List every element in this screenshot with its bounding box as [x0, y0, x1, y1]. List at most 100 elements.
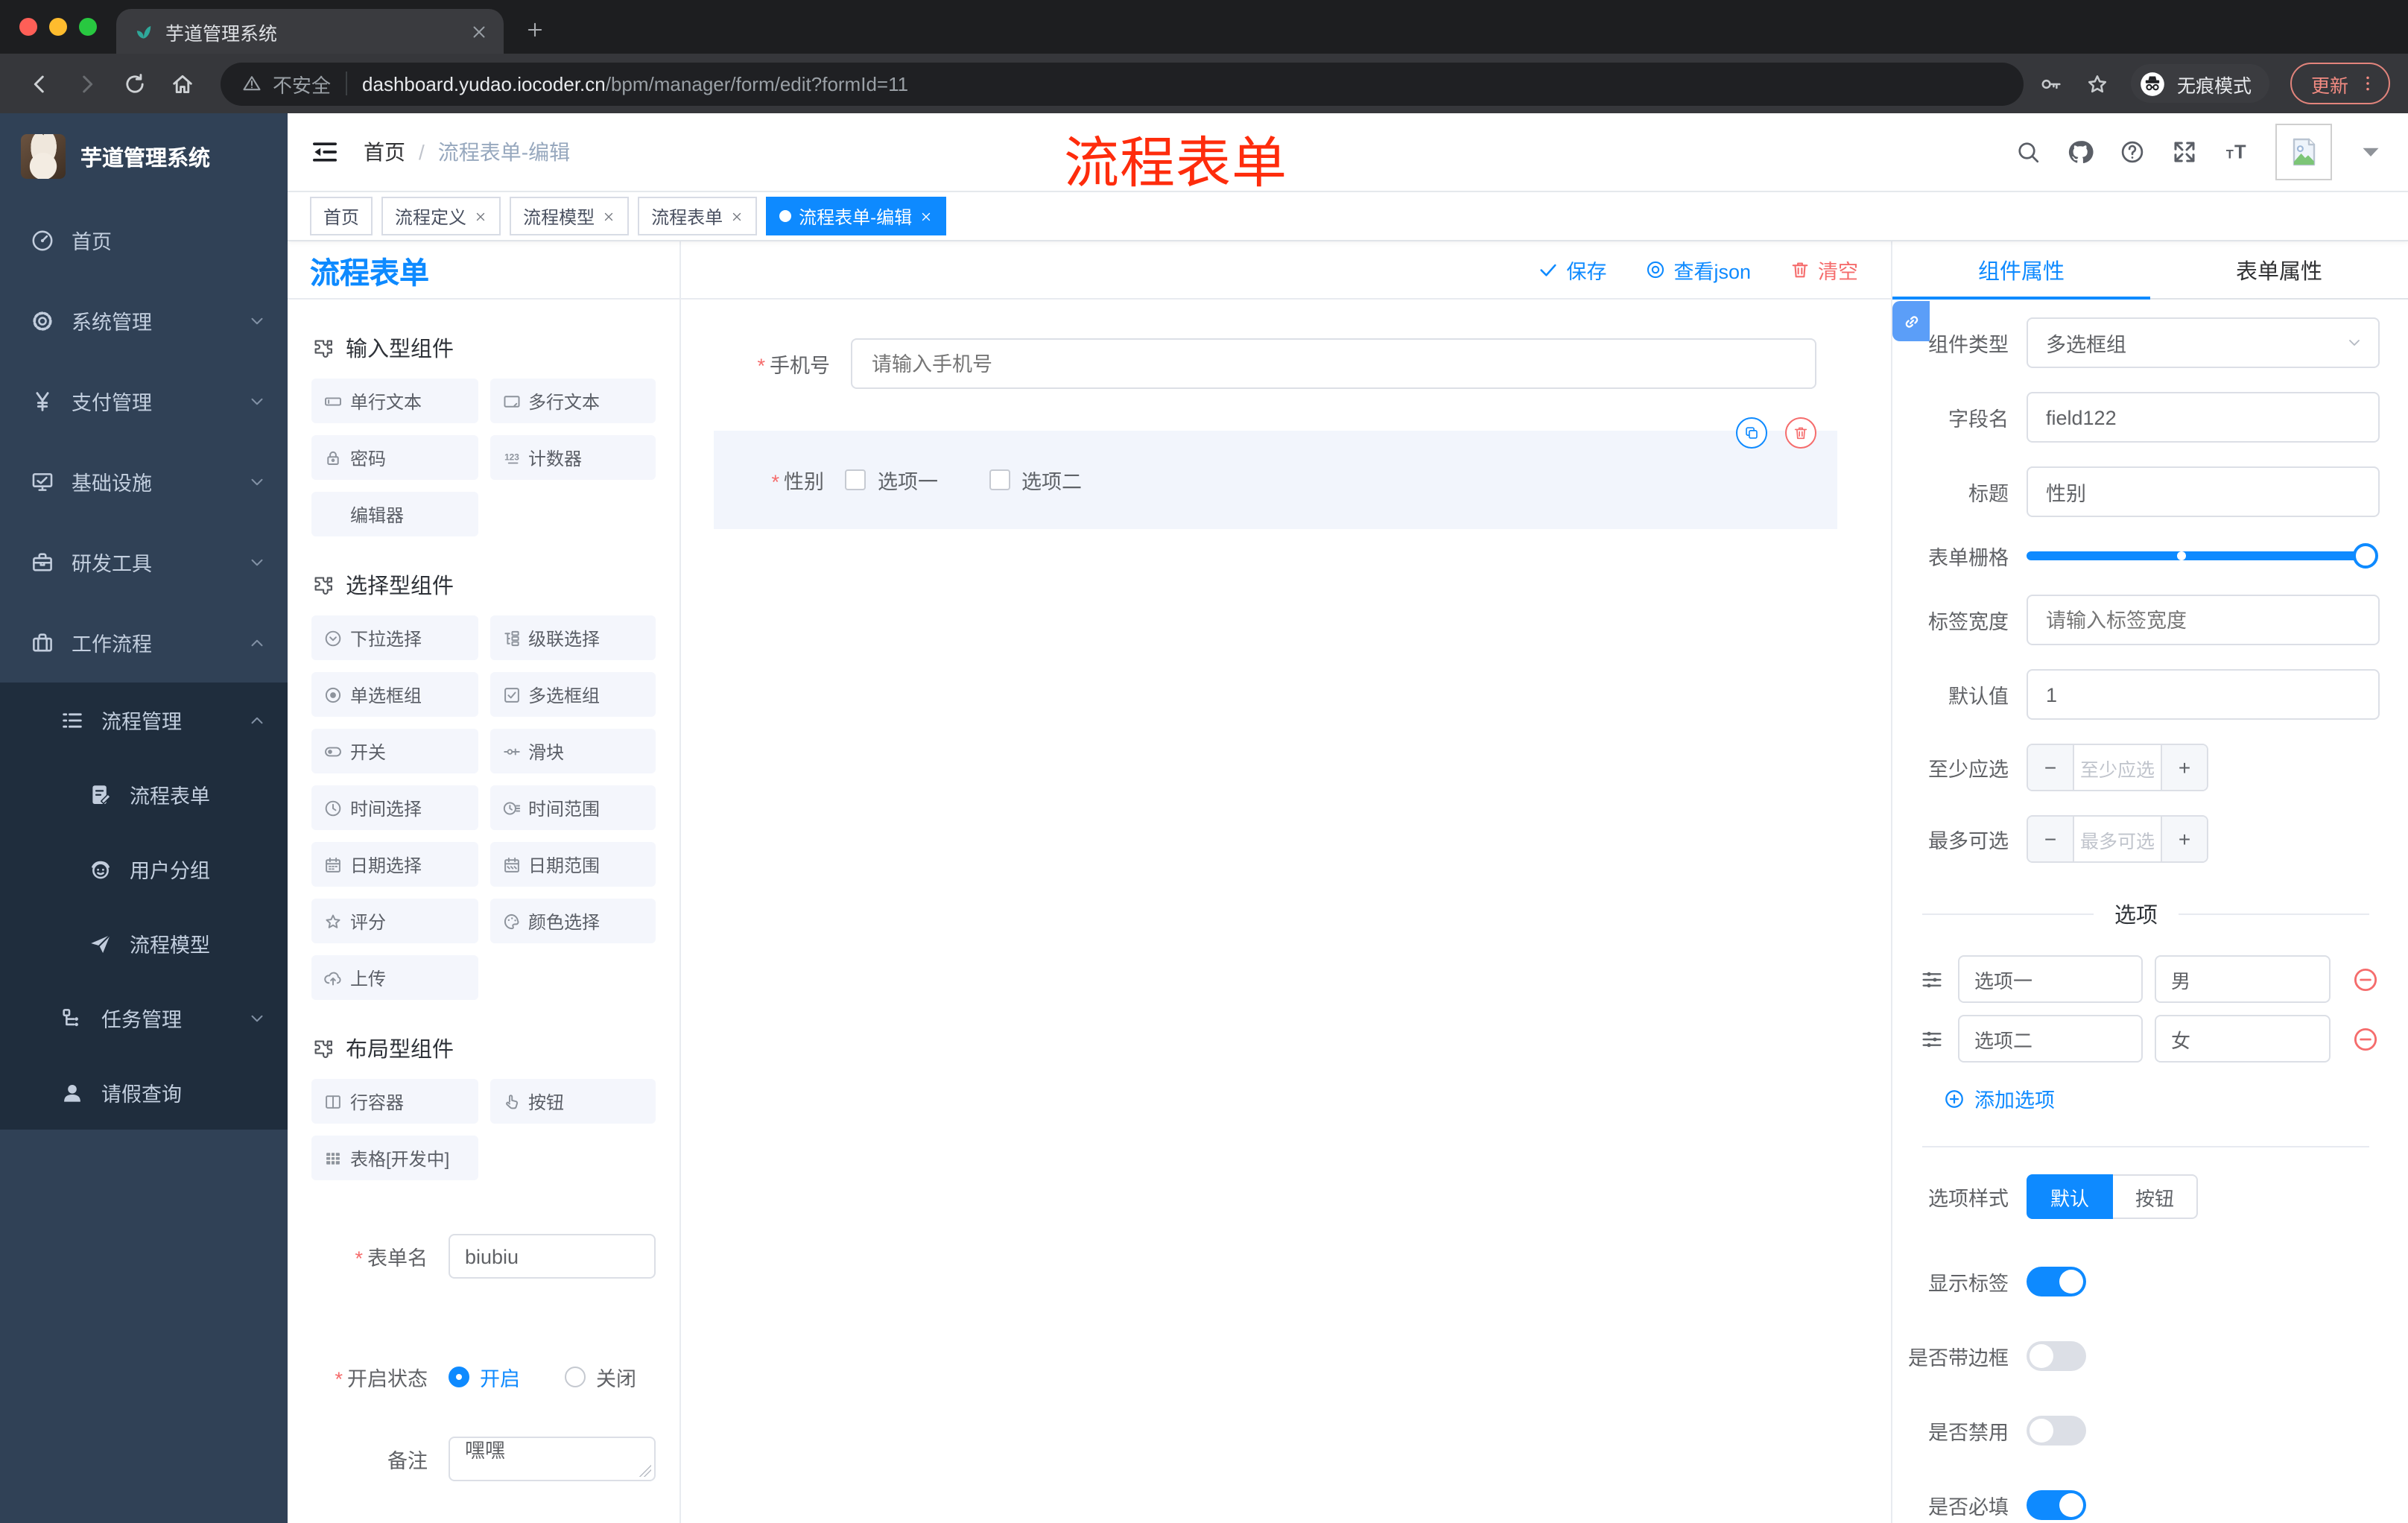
- breadcrumb-home[interactable]: 首页: [364, 137, 405, 167]
- collapse-sidebar-icon[interactable]: [310, 137, 340, 167]
- palette-chip-日期选择[interactable]: 日期选择: [311, 842, 478, 887]
- browser-tab[interactable]: 芋道管理系统: [116, 9, 504, 54]
- radio-on-icon[interactable]: [449, 1367, 469, 1387]
- form-remark-textarea[interactable]: 嘿嘿: [449, 1437, 656, 1481]
- link-handle-button[interactable]: [1892, 301, 1930, 341]
- forward-button[interactable]: [66, 63, 107, 104]
- key-icon[interactable]: [2038, 71, 2064, 96]
- palette-chip-评分[interactable]: 评分: [311, 899, 478, 943]
- sidebar-item-流程模型[interactable]: 流程模型: [0, 906, 288, 981]
- remove-option-icon[interactable]: [2351, 1025, 2380, 1053]
- sidebar-item-流程管理[interactable]: 流程管理: [0, 683, 288, 757]
- form-name-input[interactable]: [449, 1234, 656, 1279]
- radio-off-icon[interactable]: [565, 1367, 586, 1387]
- close-tag-icon[interactable]: [730, 209, 744, 223]
- fullscreen-icon[interactable]: [2171, 139, 2198, 165]
- window-controls[interactable]: [0, 0, 116, 54]
- github-icon[interactable]: [2067, 139, 2094, 165]
- tag-流程表单-编辑[interactable]: 流程表单-编辑: [766, 197, 947, 235]
- sidebar-item-支付管理[interactable]: 支付管理: [0, 361, 288, 441]
- phone-field-row[interactable]: * 手机号: [720, 338, 1861, 389]
- palette-chip-下拉选择[interactable]: 下拉选择: [311, 615, 478, 660]
- update-chip[interactable]: 更新: [2290, 63, 2390, 104]
- close-tag-icon[interactable]: [474, 209, 487, 223]
- stepper-minus-button[interactable]: −: [2028, 817, 2074, 861]
- sidebar-item-基础设施[interactable]: 基础设施: [0, 441, 288, 522]
- checkbox-icon[interactable]: [989, 469, 1010, 490]
- delete-field-button[interactable]: [1785, 417, 1816, 449]
- minimize-window-button[interactable]: [49, 18, 67, 36]
- checkbox-icon[interactable]: [845, 469, 866, 490]
- sidebar-item-首页[interactable]: 首页: [0, 200, 288, 280]
- home-button[interactable]: [161, 63, 203, 104]
- palette-chip-时间选择[interactable]: 时间选择: [311, 785, 478, 830]
- view-json-button[interactable]: 查看json: [1645, 255, 1751, 285]
- sidebar-item-系统管理[interactable]: 系统管理: [0, 280, 288, 361]
- option-label-input[interactable]: [1958, 955, 2143, 1003]
- stepper-value[interactable]: 至少应选: [2074, 745, 2161, 790]
- drag-handle-icon[interactable]: [1919, 966, 1945, 992]
- palette-chip-单行文本[interactable]: 单行文本: [311, 379, 478, 423]
- toggle-显示标签[interactable]: [2027, 1267, 2086, 1296]
- style-button-button[interactable]: 按钮: [2113, 1174, 2199, 1219]
- close-tag-icon[interactable]: [919, 209, 933, 223]
- toggle-是否禁用[interactable]: [2027, 1416, 2086, 1446]
- option-label-input[interactable]: [1958, 1015, 2143, 1063]
- bookmark-star-icon[interactable]: [2085, 71, 2110, 96]
- component-type-select[interactable]: 多选框组: [2027, 317, 2380, 368]
- gender-option-1[interactable]: 选项一: [845, 465, 938, 495]
- palette-chip-行容器[interactable]: 行容器: [311, 1079, 478, 1124]
- palette-chip-编辑器[interactable]: 编辑器: [311, 492, 478, 536]
- field-name-input[interactable]: [2027, 392, 2380, 443]
- zoom-window-button[interactable]: [79, 18, 97, 36]
- remove-option-icon[interactable]: [2351, 965, 2380, 993]
- palette-chip-时间范围[interactable]: 时间范围: [489, 785, 656, 830]
- tag-首页[interactable]: 首页: [310, 197, 373, 235]
- clear-button[interactable]: 清空: [1790, 255, 1858, 285]
- sidebar-item-用户分组[interactable]: 用户分组: [0, 832, 288, 906]
- sidebar-item-研发工具[interactable]: 研发工具: [0, 522, 288, 602]
- palette-chip-滑块[interactable]: 滑块: [489, 729, 656, 773]
- address-bar[interactable]: 不安全 dashboard.yudao.iocoder.cn/bpm/manag…: [221, 62, 2024, 105]
- resize-grip[interactable]: [639, 1465, 651, 1477]
- default-value-input[interactable]: [2027, 669, 2380, 720]
- avatar-caret-icon[interactable]: [2357, 139, 2384, 165]
- palette-chip-密码[interactable]: 密码: [311, 435, 478, 480]
- tag-流程表单[interactable]: 流程表单: [638, 197, 758, 235]
- palette-chip-日期范围[interactable]: 日期范围: [489, 842, 656, 887]
- title-input[interactable]: [2027, 466, 2380, 517]
- drag-handle-icon[interactable]: [1919, 1026, 1945, 1051]
- search-icon[interactable]: [2015, 139, 2041, 165]
- tag-流程定义[interactable]: 流程定义: [381, 197, 501, 235]
- sidebar-logo[interactable]: 芋道管理系统: [0, 113, 288, 200]
- palette-chip-表格[开发中][interactable]: 表格[开发中]: [311, 1136, 478, 1180]
- tab-component-props[interactable]: 组件属性: [1892, 241, 2150, 298]
- sidebar-item-工作流程[interactable]: 工作流程: [0, 602, 288, 683]
- save-button[interactable]: 保存: [1538, 255, 1606, 285]
- sidebar-item-流程表单[interactable]: 流程表单: [0, 757, 288, 832]
- phone-input[interactable]: [851, 338, 1816, 389]
- close-tag-icon[interactable]: [602, 209, 615, 223]
- palette-chip-多行文本[interactable]: 多行文本: [489, 379, 656, 423]
- palette-chip-多选框组[interactable]: 多选框组: [489, 672, 656, 717]
- option-value-input[interactable]: [2155, 1015, 2331, 1063]
- palette-chip-开关[interactable]: 开关: [311, 729, 478, 773]
- sidebar-item-请假查询[interactable]: 请假查询: [0, 1055, 288, 1130]
- avatar[interactable]: [2275, 124, 2332, 180]
- back-button[interactable]: [18, 63, 60, 104]
- form-grid-slider[interactable]: [2027, 543, 2378, 569]
- sidebar-item-任务管理[interactable]: 任务管理: [0, 981, 288, 1055]
- tag-流程模型[interactable]: 流程模型: [510, 197, 630, 235]
- close-tab-icon[interactable]: [469, 22, 489, 41]
- slider-handle[interactable]: [2353, 543, 2378, 569]
- palette-chip-按钮[interactable]: 按钮: [489, 1079, 656, 1124]
- stepper-value[interactable]: 最多可选: [2074, 817, 2161, 861]
- font-size-icon[interactable]: TT: [2223, 139, 2250, 165]
- new-tab-button[interactable]: [516, 10, 554, 49]
- stepper-minus-button[interactable]: −: [2028, 745, 2074, 790]
- palette-chip-单选框组[interactable]: 单选框组: [311, 672, 478, 717]
- palette-chip-计数器[interactable]: 123 计数器: [489, 435, 656, 480]
- help-icon[interactable]: [2119, 139, 2146, 165]
- palette-chip-颜色选择[interactable]: 颜色选择: [489, 899, 656, 943]
- stepper-plus-button[interactable]: +: [2161, 817, 2207, 861]
